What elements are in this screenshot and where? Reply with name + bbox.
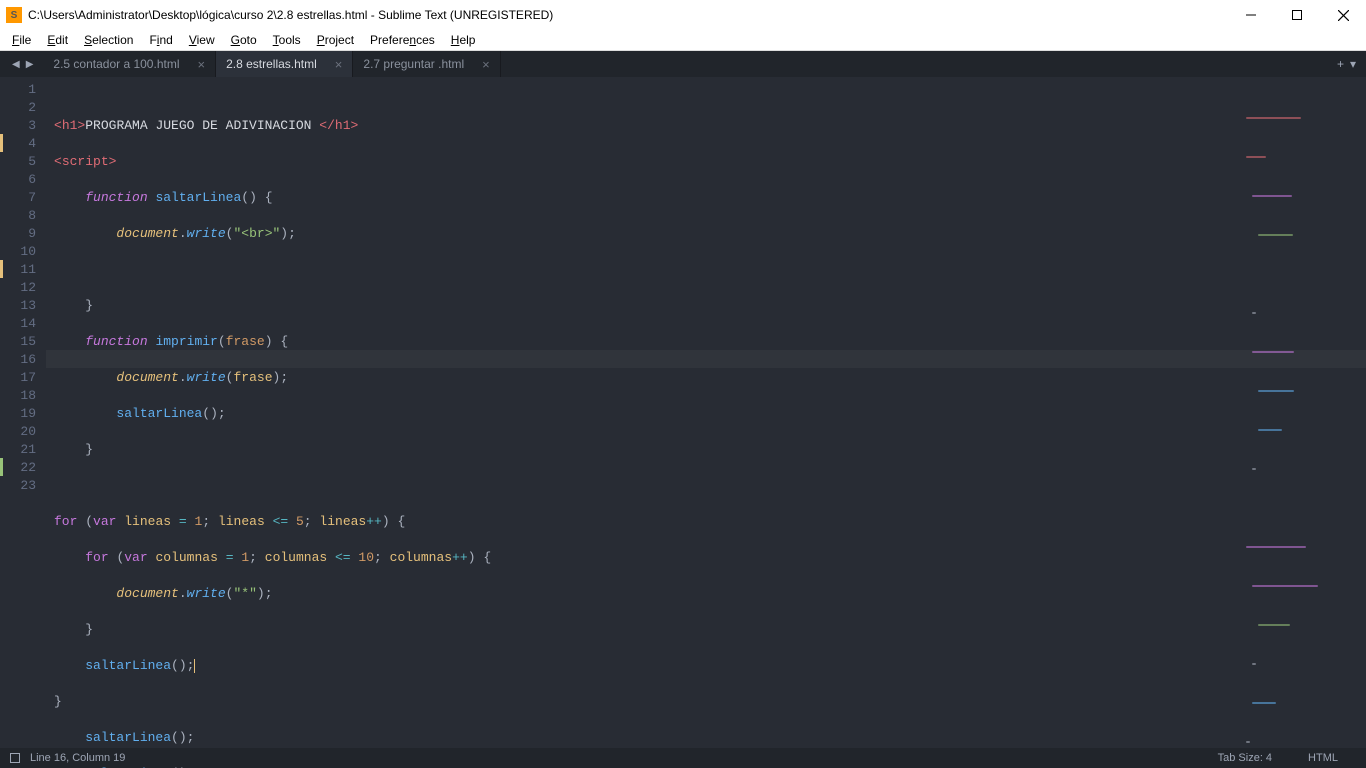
maximize-button[interactable] <box>1274 0 1320 30</box>
line-number: 7 <box>0 189 36 207</box>
line-number: 10 <box>0 243 36 261</box>
window-title: C:\Users\Administrator\Desktop\lógica\cu… <box>28 8 1228 22</box>
tab-close-icon[interactable]: × <box>198 57 206 72</box>
app-icon: S <box>6 7 22 23</box>
line-number: 12 <box>0 279 36 297</box>
menu-preferences[interactable]: Preferences <box>362 30 443 50</box>
maximize-icon <box>1292 10 1302 20</box>
close-button[interactable] <box>1320 0 1366 30</box>
code-line: saltarLinea(); <box>54 729 1366 747</box>
menu-find[interactable]: Find <box>141 30 180 50</box>
code-line: function imprimir(frase) { <box>54 333 1366 351</box>
line-number: 19 <box>0 405 36 423</box>
minimize-button[interactable] <box>1228 0 1274 30</box>
line-number: 15 <box>0 333 36 351</box>
line-number: 9 <box>0 225 36 243</box>
tab-history-nav: ◀ ▶ <box>12 51 43 77</box>
menubar: File Edit Selection Find View Goto Tools… <box>0 30 1366 51</box>
tab-2[interactable]: 2.7 preguntar .html × <box>353 51 500 77</box>
nav-forward-icon[interactable]: ▶ <box>26 59 34 70</box>
line-number: 18 <box>0 387 36 405</box>
line-number: 21 <box>0 441 36 459</box>
new-tab-icon[interactable]: + <box>1337 57 1344 71</box>
tab-1[interactable]: 2.8 estrellas.html × <box>216 51 353 77</box>
code-line: function saltarLinea() { <box>54 189 1366 207</box>
line-number: 5 <box>0 153 36 171</box>
code-line: document.write("*"); <box>54 585 1366 603</box>
line-number: 6 <box>0 171 36 189</box>
line-number: 11 <box>0 261 36 279</box>
line-number: 23 <box>0 477 36 495</box>
editor-area: 1 2 3 4 5 6 7 8 9 10 11 12 13 14 15 16 1… <box>0 77 1366 748</box>
code-line: saltarLinea(); <box>54 657 1366 675</box>
tab-label: 2.8 estrellas.html <box>226 57 317 71</box>
panel-switch-icon[interactable] <box>10 753 20 763</box>
code-line: } <box>54 621 1366 639</box>
line-number: 13 <box>0 297 36 315</box>
menu-edit[interactable]: Edit <box>39 30 76 50</box>
menu-project[interactable]: Project <box>309 30 362 50</box>
tabbar: ◀ ▶ 2.5 contador a 100.html × 2.8 estrel… <box>0 51 1366 77</box>
code-line: for (var lineas = 1; lineas <= 5; lineas… <box>54 513 1366 531</box>
line-number: 17 <box>0 369 36 387</box>
text-caret <box>194 659 195 673</box>
tab-menu-icon[interactable]: ▾ <box>1350 57 1356 71</box>
code-line: } <box>54 441 1366 459</box>
line-number: 1 <box>0 81 36 99</box>
code-line: document.write("<br>"); <box>54 225 1366 243</box>
code-line: for (var columnas = 1; columnas <= 10; c… <box>54 549 1366 567</box>
code-line: <script> <box>54 153 1366 171</box>
line-number: 20 <box>0 423 36 441</box>
tab-label: 2.7 preguntar .html <box>363 57 464 71</box>
menu-goto[interactable]: Goto <box>223 30 265 50</box>
titlebar: S C:\Users\Administrator\Desktop\lógica\… <box>0 0 1366 30</box>
tab-label: 2.5 contador a 100.html <box>53 57 179 71</box>
nav-back-icon[interactable]: ◀ <box>12 59 20 70</box>
tab-0[interactable]: 2.5 contador a 100.html × <box>43 51 216 77</box>
menu-file[interactable]: File <box>4 30 39 50</box>
line-number: 3 <box>0 117 36 135</box>
code-line: } <box>54 693 1366 711</box>
gutter: 1 2 3 4 5 6 7 8 9 10 11 12 13 14 15 16 1… <box>0 77 46 748</box>
code-line: saltarLinea(); <box>54 405 1366 423</box>
line-number: 4 <box>0 135 36 153</box>
menu-help[interactable]: Help <box>443 30 484 50</box>
tab-close-icon[interactable]: × <box>335 57 343 72</box>
menu-tools[interactable]: Tools <box>265 30 309 50</box>
code-area[interactable]: <h1>PROGRAMA JUEGO DE ADIVINACION </h1> … <box>46 77 1366 748</box>
menu-selection[interactable]: Selection <box>76 30 141 50</box>
window-controls <box>1228 0 1366 30</box>
minimize-icon <box>1246 10 1256 20</box>
line-number: 22 <box>0 459 36 477</box>
code-line: <h1>PROGRAMA JUEGO DE ADIVINACION </h1> <box>54 117 1366 135</box>
code-line: document.write(frase); <box>54 369 1366 387</box>
tab-close-icon[interactable]: × <box>482 57 490 72</box>
line-number: 16 <box>0 351 36 369</box>
line-number: 14 <box>0 315 36 333</box>
line-number: 8 <box>0 207 36 225</box>
close-icon <box>1338 10 1349 21</box>
code-line <box>54 477 1366 495</box>
tabbar-right-controls: + ▾ <box>1337 51 1366 77</box>
code-line <box>54 261 1366 279</box>
code-line: } <box>54 297 1366 315</box>
menu-view[interactable]: View <box>181 30 223 50</box>
line-number: 2 <box>0 99 36 117</box>
